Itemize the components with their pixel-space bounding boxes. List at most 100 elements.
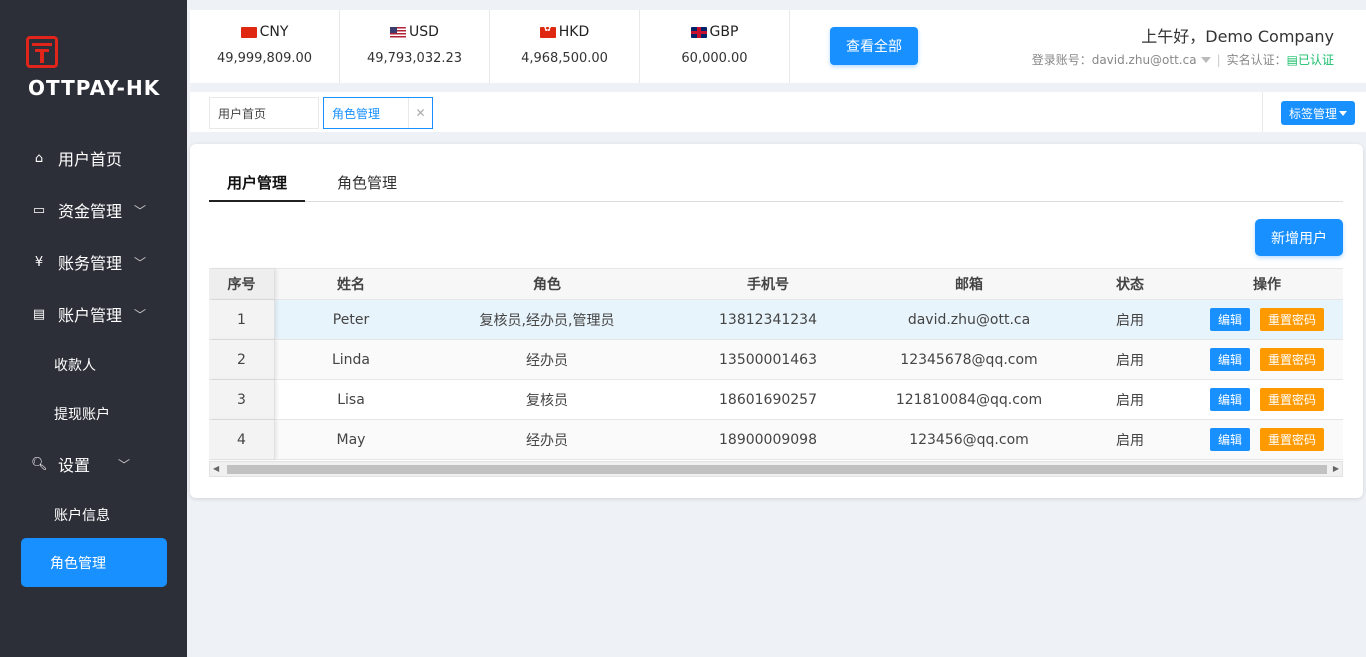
- hk-flag-icon: [539, 24, 556, 38]
- chevron-down-icon: ﹀: [134, 203, 147, 218]
- currency-code: CNY: [259, 24, 289, 40]
- table-row[interactable]: 2 Linda 经办员 13500001463 12345678@qq.com …: [209, 340, 1343, 380]
- reset-password-button[interactable]: 重置密码: [1260, 308, 1324, 331]
- row-index: 2: [209, 340, 275, 379]
- sidebar-item-label: 账务管理: [58, 254, 123, 273]
- sidebar-item-role-management[interactable]: 角色管理: [21, 538, 167, 587]
- tag-manage-button[interactable]: 标签管理: [1281, 101, 1355, 125]
- tab-role-management[interactable]: 角色管理: [337, 172, 397, 202]
- currency-amount: 49,793,032.23: [366, 51, 463, 66]
- currency-code: HKD: [558, 24, 590, 40]
- row-email: 123456@qq.com: [909, 431, 1029, 448]
- table-header: 序号 姓名 角色 手机号 邮箱 状态 操作: [209, 268, 1343, 300]
- verify-status: 已认证: [1297, 53, 1334, 67]
- col-status: 状态: [1116, 277, 1144, 293]
- users-table: 序号 姓名 角色 手机号 邮箱 状态 操作 1 Peter 复核员,经办员,管理…: [209, 268, 1343, 460]
- row-name: Lisa: [337, 391, 365, 408]
- view-all-button[interactable]: 查看全部: [830, 27, 918, 65]
- add-user-button[interactable]: 新增用户: [1255, 219, 1343, 256]
- chevron-down-icon: ﹀: [134, 255, 147, 270]
- sidebar-item-funds[interactable]: ▭ 资金管理 ﹀: [0, 190, 187, 230]
- edit-button[interactable]: 编辑: [1210, 428, 1250, 451]
- tab-label: 用户首页: [218, 106, 267, 121]
- reset-password-button[interactable]: 重置密码: [1260, 348, 1324, 371]
- sidebar-item-label: 用户首页: [58, 150, 123, 169]
- login-account[interactable]: david.zhu@ott.ca: [1092, 53, 1197, 67]
- caret-down-icon[interactable]: [1200, 56, 1211, 63]
- tabs-bar: 用户首页 角色管理 ✕ 标签管理: [190, 92, 1366, 132]
- sidebar-item-label: 设置: [58, 456, 91, 475]
- edit-button[interactable]: 编辑: [1210, 388, 1250, 411]
- sidebar-item-home[interactable]: ⌂ 用户首页: [0, 138, 187, 178]
- uk-flag-icon: [690, 26, 707, 38]
- row-phone: 13500001463: [719, 351, 817, 368]
- table-row[interactable]: 1 Peter 复核员,经办员,管理员 13812341234 david.zh…: [209, 300, 1343, 340]
- row-name: Peter: [332, 311, 370, 328]
- sidebar-item-account-info[interactable]: 账户信息: [54, 505, 110, 525]
- logo-icon: [26, 36, 58, 68]
- row-actions: 编辑 重置密码: [1191, 300, 1343, 339]
- row-status: 启用: [1116, 352, 1144, 369]
- reset-password-button[interactable]: 重置密码: [1260, 428, 1324, 451]
- sidebar-item-payees[interactable]: 收款人: [54, 355, 96, 375]
- tag-manage-label: 标签管理: [1288, 106, 1337, 121]
- tab-role-management[interactable]: 角色管理 ✕: [323, 97, 433, 129]
- col-role: 角色: [533, 277, 561, 293]
- cn-flag-icon: [240, 26, 257, 38]
- currency-amount: 4,968,500.00: [521, 51, 608, 66]
- sidebar-item-accounting[interactable]: ¥ 账务管理 ﹀: [0, 242, 187, 282]
- reset-password-button[interactable]: 重置密码: [1260, 388, 1324, 411]
- row-phone: 18900009098: [719, 431, 817, 448]
- row-phone: 13812341234: [719, 311, 817, 328]
- sidebar-item-settings[interactable]: 🔍︎ 设置 ﹀: [0, 444, 187, 484]
- col-actions: 操作: [1253, 277, 1281, 293]
- scrollbar-thumb[interactable]: [227, 465, 1327, 474]
- row-role: 经办员: [526, 352, 568, 369]
- home-icon: ⌂: [34, 150, 44, 166]
- row-phone: 18601690257: [719, 391, 817, 408]
- sidebar-item-label: 资金管理: [58, 202, 123, 221]
- currency-usd: USD 49,793,032.23: [340, 10, 490, 83]
- table-row[interactable]: 3 Lisa 复核员 18601690257 121810084@qq.com …: [209, 380, 1343, 420]
- sidebar: OTTPAY-HK ⌂ 用户首页 ▭ 资金管理 ﹀ ¥ 账务管理 ﹀ ▤ 账户管…: [0, 0, 187, 657]
- horizontal-scrollbar[interactable]: ◀ ▶: [209, 461, 1343, 477]
- row-status: 启用: [1116, 312, 1144, 329]
- row-actions: 编辑 重置密码: [1191, 380, 1343, 419]
- edit-button[interactable]: 编辑: [1210, 348, 1250, 371]
- login-label: 登录账号：: [1031, 53, 1092, 67]
- tab-home[interactable]: 用户首页: [209, 97, 319, 129]
- close-icon[interactable]: ✕: [408, 98, 432, 128]
- content-card: 用户管理 角色管理 新增用户 序号 姓名 角色 手机号 邮箱 状态 操作 1 P…: [190, 144, 1363, 498]
- tab-label: 角色管理: [332, 106, 381, 121]
- scroll-right-icon[interactable]: ▶: [1333, 464, 1339, 473]
- sidebar-item-accounts[interactable]: ▤ 账户管理 ﹀: [0, 294, 187, 334]
- tab-user-management[interactable]: 用户管理: [209, 172, 305, 202]
- verify-label: 实名认证：: [1226, 53, 1287, 67]
- row-status: 启用: [1116, 432, 1144, 449]
- id-card-icon: ▤: [32, 306, 46, 322]
- search-icon: 🔍︎: [31, 456, 48, 472]
- row-actions: 编辑 重置密码: [1191, 340, 1343, 379]
- currency-code: USD: [409, 24, 439, 40]
- scroll-left-icon[interactable]: ◀: [213, 464, 219, 473]
- verified-icon: ▤: [1286, 52, 1298, 67]
- row-role: 复核员,经办员,管理员: [479, 312, 615, 329]
- currency-cny: CNY 49,999,809.00: [190, 10, 340, 83]
- edit-button[interactable]: 编辑: [1210, 308, 1250, 331]
- currency-hkd: HKD 4,968,500.00: [490, 10, 640, 83]
- row-index: 1: [209, 300, 275, 339]
- currency-amount: 60,000.00: [681, 51, 748, 66]
- row-role: 复核员: [526, 392, 568, 409]
- sidebar-item-withdraw-accounts[interactable]: 提现账户: [54, 404, 110, 424]
- row-name: May: [336, 431, 366, 448]
- header: CNY 49,999,809.00 USD 49,793,032.23 HKD …: [190, 10, 1366, 83]
- row-role: 经办员: [526, 432, 568, 449]
- currency-amount: 49,999,809.00: [216, 51, 313, 66]
- currency-gbp: GBP 60,000.00: [640, 10, 790, 83]
- brand-name: OTTPAY-HK: [28, 76, 161, 100]
- greeting: 上午好，Demo Company: [1141, 27, 1334, 46]
- card-icon: ▭: [32, 202, 46, 218]
- table-row[interactable]: 4 May 经办员 18900009098 123456@qq.com 启用 编…: [209, 420, 1343, 460]
- sidebar-item-label: 账户管理: [58, 306, 123, 325]
- row-name: Linda: [331, 351, 371, 368]
